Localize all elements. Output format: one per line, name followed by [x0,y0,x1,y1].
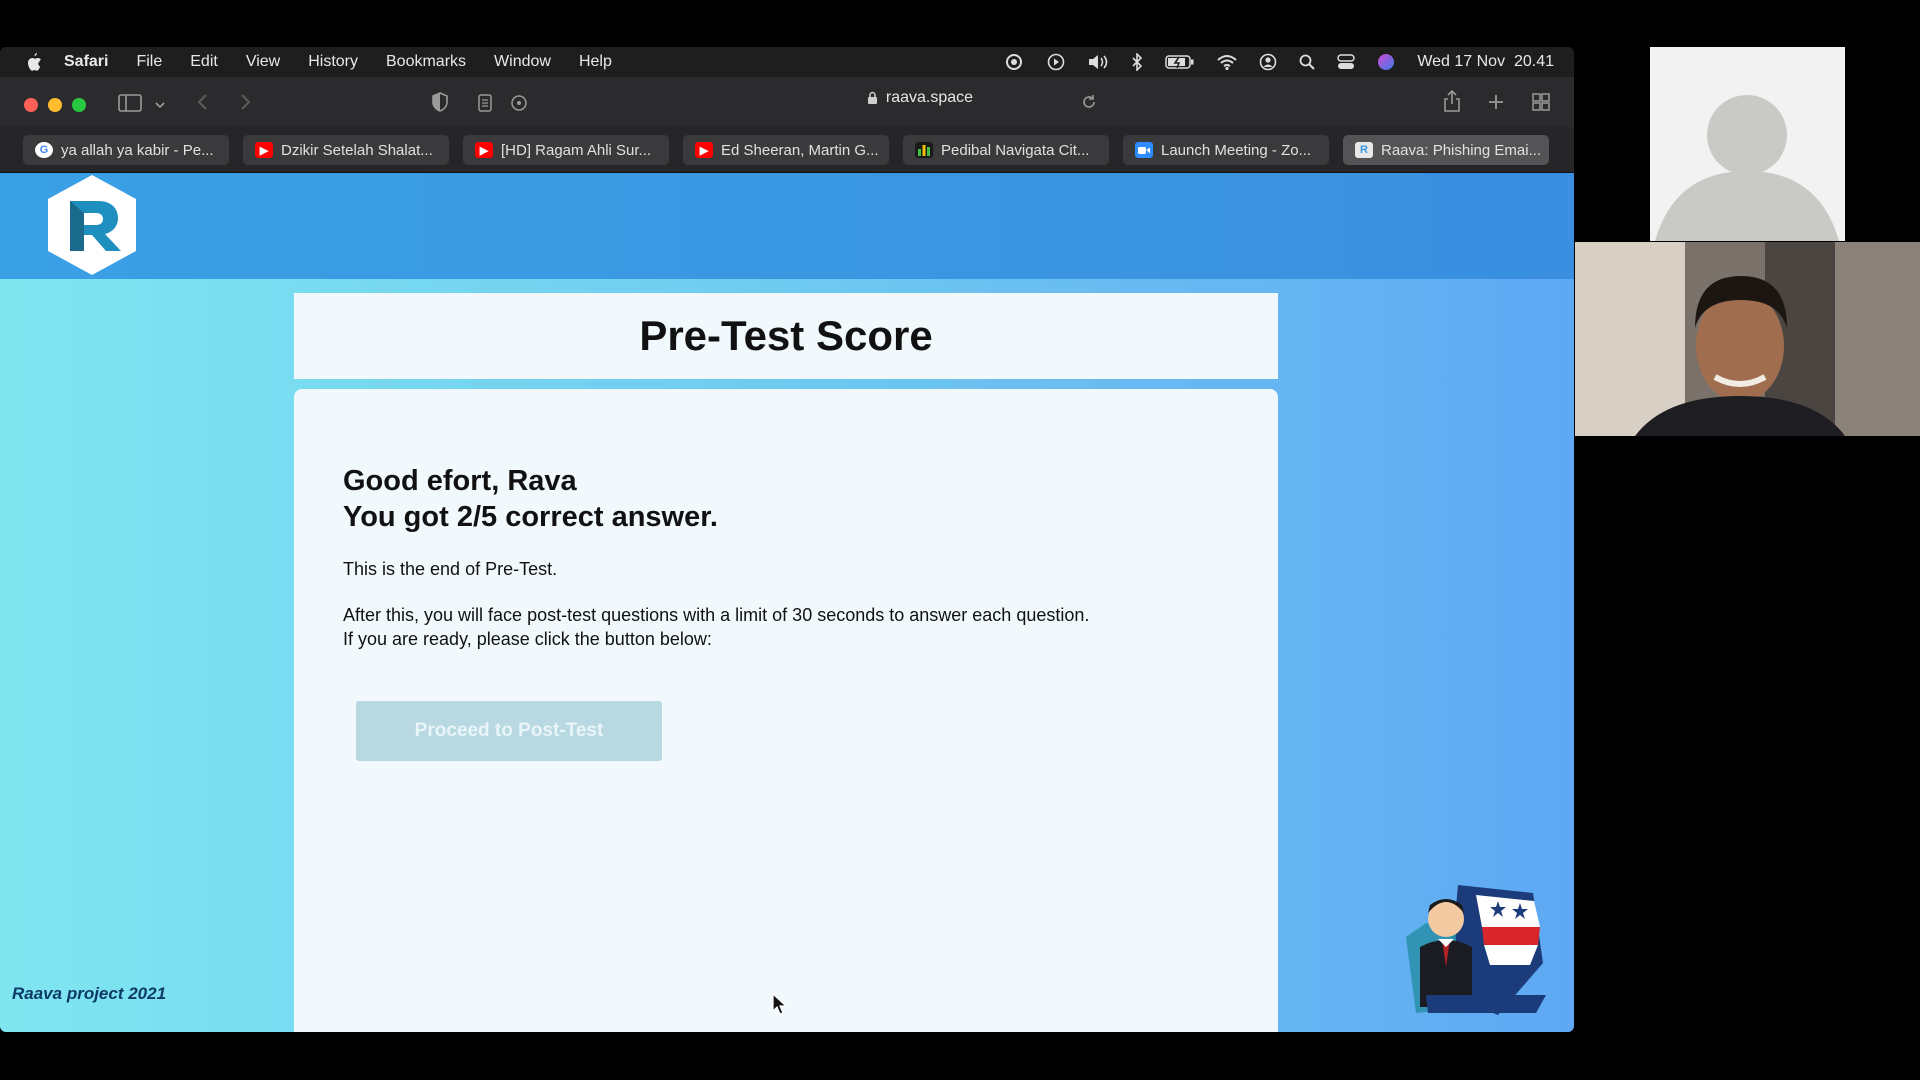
tab-label: ya allah ya kabir - Pe... [61,141,214,159]
menu-file[interactable]: File [136,53,162,71]
zoom-window-button[interactable] [72,98,86,112]
tab-overview-icon[interactable] [1532,93,1550,116]
raava-logo[interactable] [40,173,144,282]
raava-icon: R [1355,142,1373,158]
menu-window[interactable]: Window [494,53,551,71]
mouse-cursor [772,992,788,1020]
close-window-button[interactable] [24,98,38,112]
menu-edit[interactable]: Edit [190,53,218,71]
google-icon: G [35,142,53,158]
screen-share: Safari File Edit View History Bookmarks … [0,47,1574,1032]
site-header [0,173,1574,279]
menu-history[interactable]: History [308,53,358,71]
end-of-pretest-text: This is the end of Pre-Test. [343,559,558,579]
control-center-icon[interactable] [1337,54,1356,70]
web-page: Pre-Test Score Good efort, Rava You got … [0,173,1574,1032]
address-bar[interactable]: raava.space [730,84,1110,112]
menu-bookmarks[interactable]: Bookmarks [386,53,466,71]
play-icon[interactable] [1047,53,1065,71]
youtube-icon: ▶ [695,142,713,158]
user-avatar-icon [1650,47,1845,241]
wifi-icon[interactable] [1217,54,1237,70]
tab-label: Pedibal Navigata Cit... [941,141,1090,159]
extension-icon[interactable] [510,94,528,117]
score-text: You got 2/5 correct answer. [343,501,718,533]
menu-bar: Safari File Edit View History Bookmarks … [0,47,1574,77]
menu-app-name[interactable]: Safari [64,53,108,71]
cloud-icon[interactable] [1003,54,1025,70]
tab-youtube-dzikir[interactable]: ▶ Dzikir Setelah Shalat... [243,135,449,165]
minimize-window-button[interactable] [48,98,62,112]
raava-mascot-logo [1398,877,1558,1032]
lock-icon [867,91,878,105]
title-card: Pre-Test Score [294,293,1278,379]
search-icon[interactable] [1299,54,1316,70]
tab-youtube-ed-sheeran[interactable]: ▶ Ed Sheeran, Martin G... [683,135,889,165]
chevron-down-icon[interactable] [154,97,166,115]
zoom-icon [1135,142,1153,158]
menu-view[interactable]: View [246,53,280,71]
participant-video-placeholder [1650,47,1845,241]
tab-label: Launch Meeting - Zo... [1161,141,1312,159]
webcam-person [1575,242,1920,436]
reload-icon[interactable] [1081,94,1097,115]
tab-pedibal[interactable]: Pedibal Navigata Cit... [903,135,1109,165]
forward-icon[interactable] [240,93,252,116]
instructions-text: After this, you will face post-test ques… [343,605,1090,649]
chart-icon [915,142,933,158]
tab-label: Dzikir Setelah Shalat... [281,141,433,159]
status-icons: Wed 17 Nov 20.41 [1003,47,1554,77]
tab-label: Ed Sheeran, Martin G... [721,141,879,159]
youtube-icon: ▶ [255,142,273,158]
siri-icon[interactable] [1377,53,1395,71]
footer-text: Raava project 2021 [12,984,167,1003]
tab-label: [HD] Ragam Ahli Sur... [501,141,652,159]
content-card: Good efort, Rava You got 2/5 correct ans… [294,389,1278,1032]
page-title: Pre-Test Score [639,312,933,359]
youtube-icon: ▶ [475,142,493,158]
proceed-to-post-test-button[interactable]: Proceed to Post-Test [356,701,662,761]
tab-google[interactable]: G ya allah ya kabir - Pe... [23,135,229,165]
apple-icon[interactable] [26,53,42,71]
reader-icon[interactable] [478,94,492,117]
greeting-text: Good efort, Rava [343,465,577,497]
tab-zoom[interactable]: Launch Meeting - Zo... [1123,135,1329,165]
back-icon[interactable] [196,93,208,116]
volume-icon[interactable] [1087,53,1109,71]
tab-youtube-ragam[interactable]: ▶ [HD] Ragam Ahli Sur... [463,135,669,165]
new-tab-icon[interactable] [1487,93,1505,116]
share-icon[interactable] [1443,89,1461,117]
browser-toolbar: raava.space [0,77,1574,127]
tab-label: Raava: Phishing Emai... [1381,141,1542,159]
url-text: raava.space [885,89,974,106]
menu-help[interactable]: Help [579,53,612,71]
bluetooth-icon[interactable] [1131,53,1143,71]
shield-icon[interactable] [431,92,449,117]
sidebar-icon[interactable] [118,94,142,117]
tab-raava[interactable]: R Raava: Phishing Emai... [1343,135,1549,165]
participant-video [1575,242,1920,436]
user-icon[interactable] [1259,53,1277,71]
clock[interactable]: Wed 17 Nov 20.41 [1417,53,1554,71]
tab-bar: G ya allah ya kabir - Pe... ▶ Dzikir Set… [0,127,1574,173]
battery-icon[interactable] [1165,54,1195,70]
